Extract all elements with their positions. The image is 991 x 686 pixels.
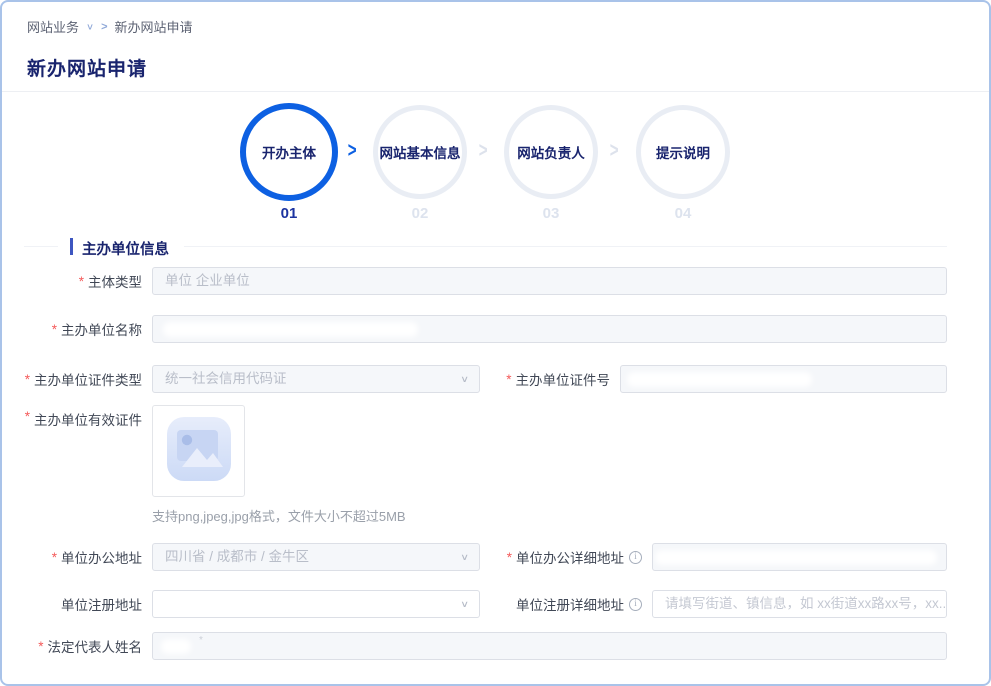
section-title: 主办单位信息 (82, 238, 169, 259)
office-addr-label: * 单位办公地址 (27, 547, 142, 567)
required-mark: * (507, 550, 512, 565)
cert-no-label: * 主办单位证件号 (502, 369, 610, 389)
required-mark: * (25, 372, 30, 387)
upload-hint: 支持png,jpeg,jpg格式，文件大小不超过5MB (152, 506, 406, 525)
step-2-label: 网站基本信息 (380, 142, 461, 162)
step-1-circle: 开办主体 (240, 103, 338, 201)
section-accent-bar (70, 238, 73, 255)
office-addr-select[interactable]: 四川省 / 成都市 / 金牛区 ∨ (152, 543, 480, 571)
required-mark: * (79, 274, 84, 289)
step-1-label: 开办主体 (262, 142, 316, 162)
chevron-down-icon: ∨ (460, 594, 469, 614)
subject-type-value: 单位 企业单位 (165, 273, 250, 288)
reg-addr-detail-placeholder: 请填写街道、镇信息，如 xx街道xx路xx号，xx... (665, 596, 947, 611)
org-name-input[interactable] (152, 315, 947, 343)
subject-type-input[interactable]: 单位 企业单位 (152, 267, 947, 295)
step-4-number: 04 (634, 205, 732, 222)
breadcrumb-separator: > (101, 21, 107, 33)
org-name-label: * 主办单位名称 (27, 319, 142, 339)
chevron-down-icon: ∨ (460, 547, 469, 567)
title-divider (2, 91, 989, 92)
breadcrumb-item-site-business[interactable]: 网站业务 (27, 17, 79, 36)
required-mark: * (506, 372, 511, 387)
section-line-right (184, 246, 947, 247)
legal-rep-input[interactable]: * (152, 632, 947, 660)
redacted-value (627, 372, 812, 387)
step-4-circle: 提示说明 (636, 105, 730, 199)
page-title: 新办网站申请 (27, 54, 147, 81)
breadcrumb: 网站业务 ∨ > 新办网站申请 (27, 17, 193, 36)
reg-addr-select[interactable]: ∨ (152, 590, 480, 618)
cert-type-select[interactable]: 统一社会信用代码证 ∨ (152, 365, 480, 393)
subject-type-label: * 主体类型 (27, 271, 142, 291)
reg-addr-label: 单位注册地址 (27, 594, 142, 614)
office-addr-detail-label: * 单位办公详细地址 (502, 547, 642, 567)
masked-suffix: * (199, 634, 203, 648)
reg-addr-detail-input[interactable]: 请填写街道、镇信息，如 xx街道xx路xx号，xx... (652, 590, 947, 618)
step-3-number: 03 (502, 205, 600, 222)
step-2-circle: 网站基本信息 (373, 105, 467, 199)
required-mark: * (52, 322, 57, 337)
redacted-value (161, 639, 191, 654)
redacted-value (163, 322, 418, 337)
step-3-circle: 网站负责人 (504, 105, 598, 199)
step-arrow-icon: > (479, 139, 488, 163)
info-icon[interactable] (629, 551, 642, 564)
breadcrumb-item-current: 新办网站申请 (115, 17, 193, 36)
step-3-label: 网站负责人 (517, 142, 585, 162)
cert-file-upload-box[interactable] (152, 405, 245, 497)
legal-rep-label: * 法定代表人姓名 (27, 636, 142, 656)
reg-addr-detail-label: 单位注册详细地址 (502, 594, 642, 614)
required-mark: * (52, 550, 57, 565)
office-addr-value: 四川省 / 成都市 / 金牛区 (165, 549, 309, 564)
info-icon[interactable] (629, 598, 642, 611)
redacted-value (655, 550, 937, 565)
chevron-down-icon[interactable]: ∨ (86, 21, 94, 31)
required-mark: * (38, 639, 43, 654)
step-1-number: 01 (240, 205, 338, 222)
chevron-down-icon: ∨ (460, 369, 469, 389)
step-4-label: 提示说明 (656, 142, 710, 162)
cert-file-label: * 主办单位有效证件 (27, 409, 142, 429)
cert-type-value: 统一社会信用代码证 (165, 371, 287, 386)
required-mark: * (25, 409, 30, 429)
office-addr-detail-input[interactable] (652, 543, 947, 571)
section-line-left (24, 246, 58, 247)
step-arrow-icon: > (610, 139, 619, 163)
new-website-application-page: 网站业务 ∨ > 新办网站申请 新办网站申请 开办主体 > 网站基本信息 > 网… (0, 0, 991, 686)
step-2-number: 02 (371, 205, 469, 222)
step-arrow-icon: > (348, 139, 357, 163)
cert-type-label: * 主办单位证件类型 (27, 369, 142, 389)
image-placeholder-icon (163, 413, 235, 490)
cert-no-input[interactable] (620, 365, 947, 393)
